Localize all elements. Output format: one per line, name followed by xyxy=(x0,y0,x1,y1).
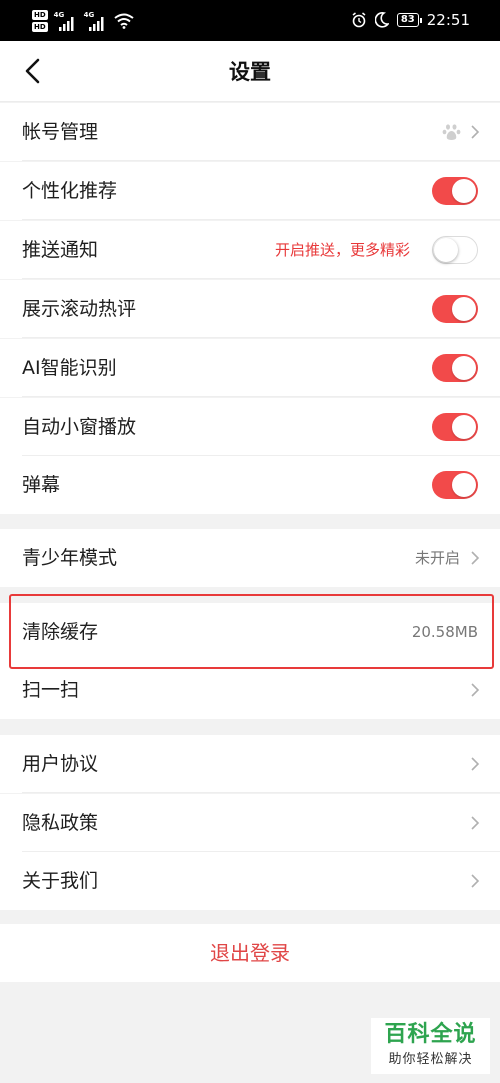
clock: 22:51 xyxy=(426,11,470,29)
scan-row[interactable]: 扫一扫 xyxy=(0,661,500,719)
row-label: 关于我们 xyxy=(22,870,99,892)
hot-comments-row: 展示滚动热评 xyxy=(0,280,500,338)
user-agreement-row[interactable]: 用户协议 xyxy=(0,735,500,793)
personalized-recommend-row: 个性化推荐 xyxy=(0,162,500,220)
signal-icon: 4G xyxy=(84,11,108,31)
signal-icon: 4G xyxy=(54,11,78,31)
chevron-right-icon xyxy=(471,683,480,697)
status-bar-right: 83 22:51 xyxy=(351,10,470,30)
wifi-icon xyxy=(114,13,134,29)
row-label: AI智能识别 xyxy=(22,357,117,379)
nav-bar: 设置 xyxy=(0,41,500,102)
row-label: 展示滚动热评 xyxy=(22,298,137,320)
ai-recognition-row: AI智能识别 xyxy=(0,339,500,397)
privacy-policy-row[interactable]: 隐私政策 xyxy=(0,794,500,852)
ai-recognition-toggle[interactable] xyxy=(432,354,478,382)
row-label: 扫一扫 xyxy=(22,679,80,701)
hot-comments-toggle[interactable] xyxy=(432,295,478,323)
danmaku-toggle[interactable] xyxy=(432,471,478,499)
alarm-icon xyxy=(352,12,366,28)
watermark-subtitle: 助你轻松解决 xyxy=(388,1052,473,1067)
personalized-recommend-toggle[interactable] xyxy=(432,177,478,205)
auto-mini-window-toggle[interactable] xyxy=(432,413,478,441)
status-bar-signals: HD HD 4G 4G xyxy=(32,7,134,35)
danmaku-row: 弹幕 xyxy=(0,456,500,514)
push-hint-text: 开启推送，更多精彩 xyxy=(274,241,410,259)
youth-mode-row[interactable]: 青少年模式 未开启 xyxy=(0,529,500,587)
hd-badges: HD HD xyxy=(32,10,48,32)
row-label: 自动小窗播放 xyxy=(22,416,137,438)
page-title: 设置 xyxy=(229,60,271,84)
auto-mini-window-row: 自动小窗播放 xyxy=(0,398,500,456)
hd-badge: HD xyxy=(32,22,48,32)
chevron-right-icon xyxy=(471,757,480,771)
youth-mode-status: 未开启 xyxy=(414,549,460,567)
chevron-right-icon xyxy=(471,816,480,830)
about-us-row[interactable]: 关于我们 xyxy=(0,852,500,910)
push-notification-toggle[interactable] xyxy=(432,236,478,264)
watermark-title: 百科全说 xyxy=(384,1022,477,1047)
row-label: 弹幕 xyxy=(22,474,61,496)
highlight-box xyxy=(9,594,494,669)
status-bar: HD HD 4G 4G 83 22:51 xyxy=(0,0,500,41)
chevron-right-icon xyxy=(471,125,480,139)
row-label: 青少年模式 xyxy=(22,547,118,569)
row-label: 个性化推荐 xyxy=(22,180,118,202)
watermark-logo: 百科全说 助你轻松解决 xyxy=(371,1018,490,1074)
moon-icon xyxy=(374,12,389,28)
row-label: 用户协议 xyxy=(22,753,99,775)
row-label: 隐私政策 xyxy=(22,812,99,834)
row-label: 帐号管理 xyxy=(22,121,99,143)
row-label: 推送通知 xyxy=(22,239,99,261)
chevron-right-icon xyxy=(471,874,480,888)
chevron-right-icon xyxy=(471,551,480,565)
push-notification-row: 推送通知 开启推送，更多精彩 xyxy=(0,221,500,279)
hd-badge: HD xyxy=(32,10,48,20)
battery-icon: 83 xyxy=(396,13,422,27)
logout-button[interactable]: 退出登录 xyxy=(0,924,500,982)
baidu-paw-icon xyxy=(442,124,461,140)
account-management-row[interactable]: 帐号管理 xyxy=(0,103,500,161)
